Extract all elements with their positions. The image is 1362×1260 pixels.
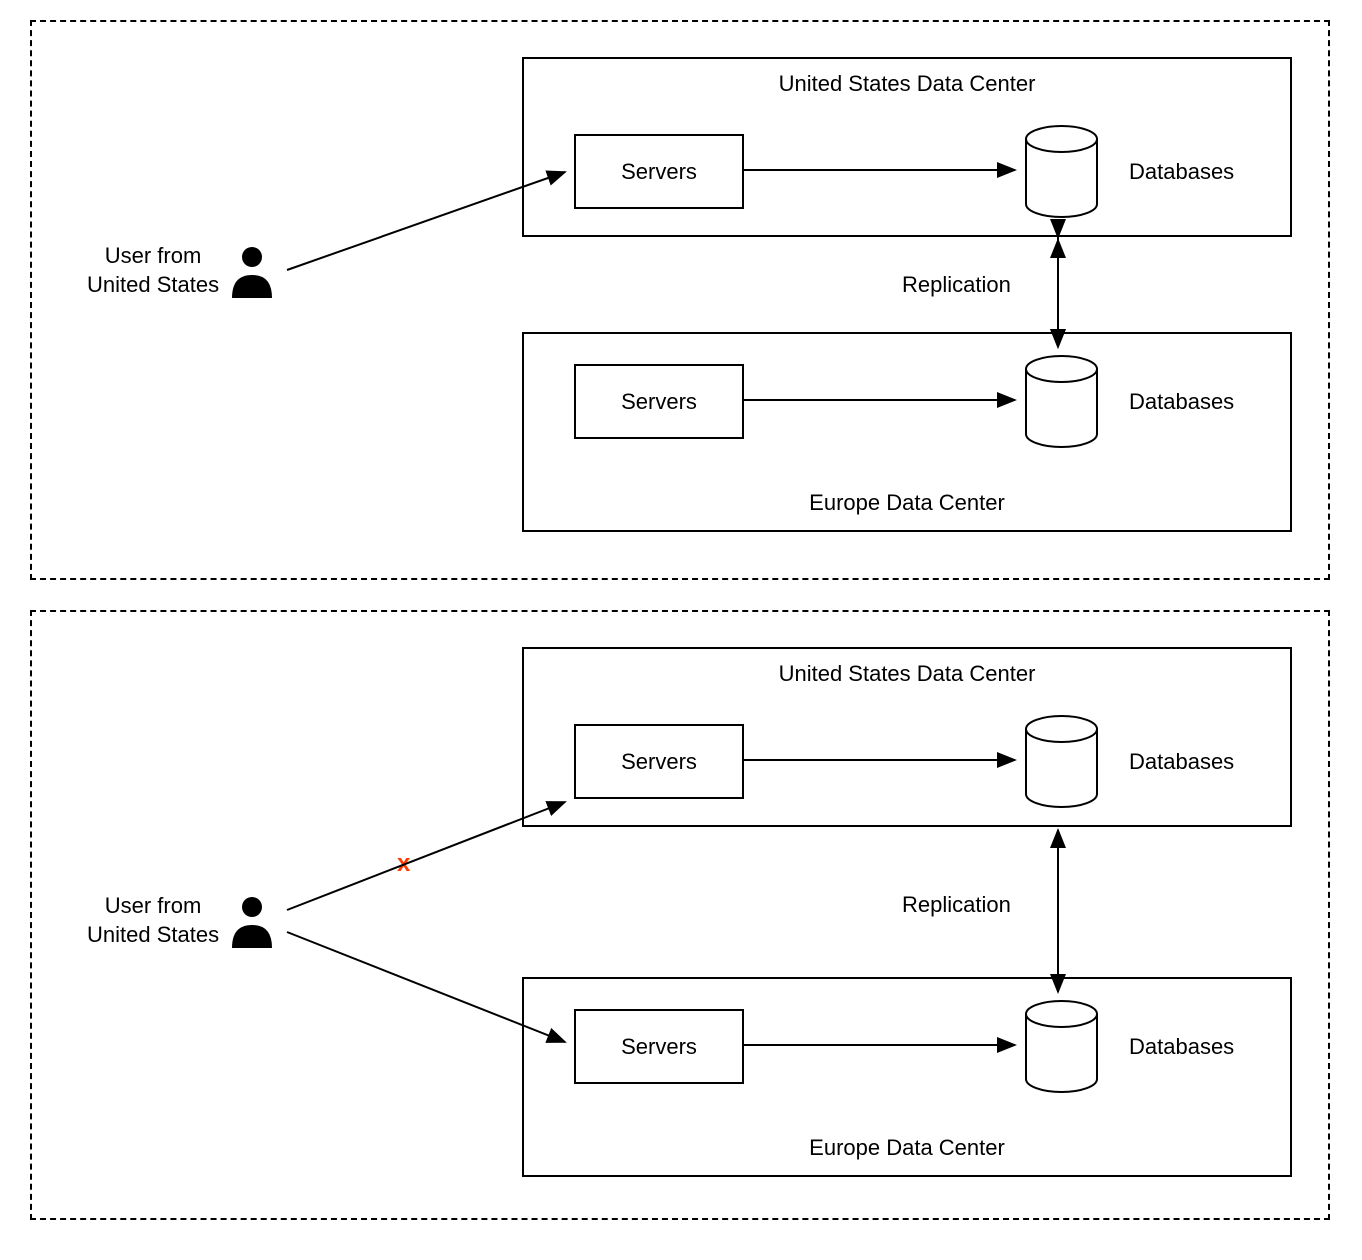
diagram-panel-1: User from United States United States Da…	[30, 20, 1330, 580]
replication-arrow	[32, 22, 1332, 582]
diagram-panel-2: User from United States United States Da…	[30, 610, 1330, 1220]
arrows	[32, 612, 1332, 1222]
